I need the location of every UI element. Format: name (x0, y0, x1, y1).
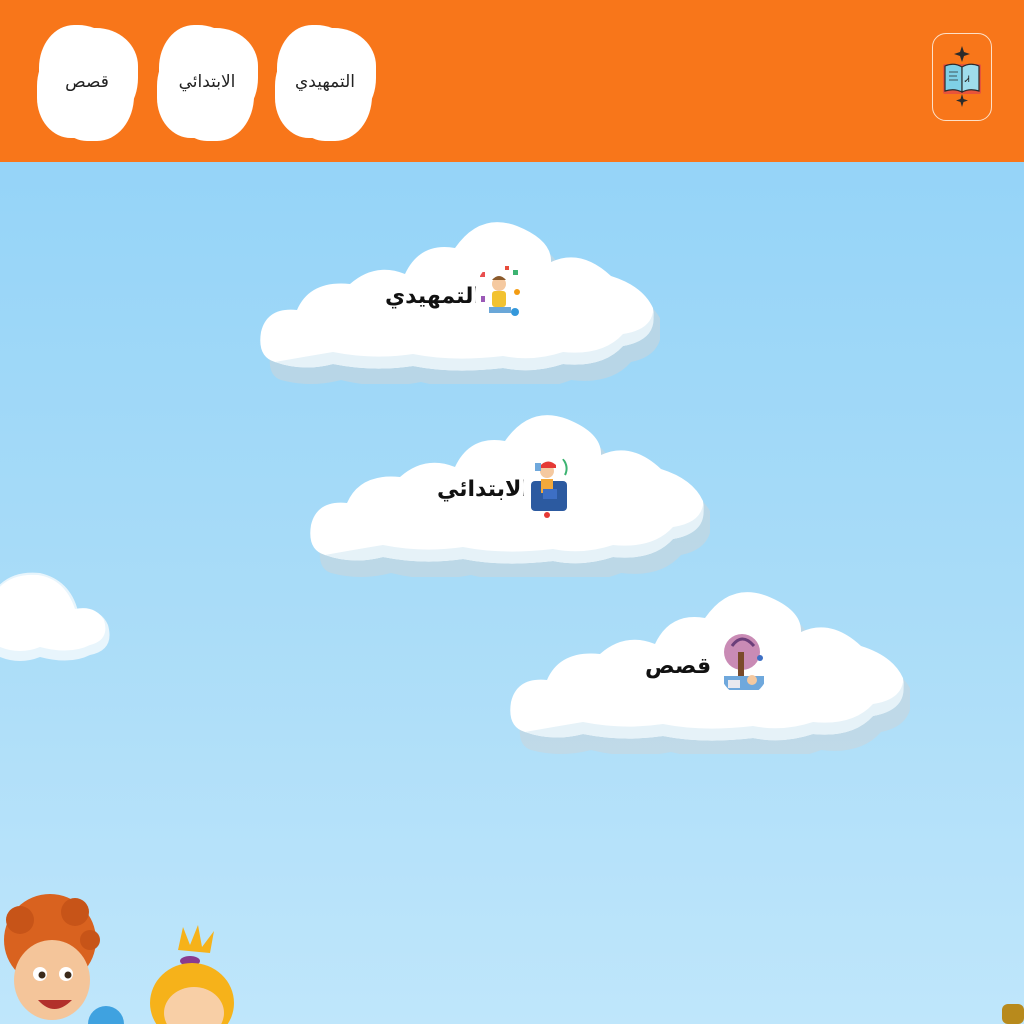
nav-preschool-button[interactable]: التمهيدي (280, 30, 370, 134)
card-preschool-label: التمهيدي (385, 284, 481, 309)
book-logo-icon: Ꮧ (943, 46, 981, 107)
nav-preschool-label: التمهيدي (294, 72, 356, 92)
header-bar: التمهيدي الابتدائي قصص Ꮧ (0, 0, 1024, 162)
child-reading-icon (523, 453, 575, 521)
nav-stories-label: قصص (65, 72, 109, 92)
girl-character-illustration (150, 925, 234, 1024)
nav-stories-button[interactable]: قصص (42, 30, 132, 134)
corner-decoration (1002, 1004, 1024, 1024)
card-stories-thumb (718, 628, 770, 696)
nav-primary-label: الابتدائي (178, 72, 236, 92)
nav-primary-button[interactable]: الابتدائي (162, 30, 252, 134)
card-stories[interactable]: قصص (505, 582, 910, 754)
background-cloud (0, 572, 110, 661)
svg-text:Ꮧ: Ꮧ (964, 75, 970, 85)
app-logo[interactable]: Ꮧ (932, 33, 992, 121)
card-stories-label: قصص (645, 654, 712, 679)
card-primary-thumb (523, 453, 575, 521)
card-primary-label: الابتدائي (437, 477, 529, 502)
card-preschool[interactable]: التمهيدي (255, 212, 660, 384)
storybook-icon (718, 628, 770, 696)
child-studying-icon (475, 262, 527, 330)
card-preschool-thumb (475, 262, 527, 330)
card-primary[interactable]: الابتدائي (305, 405, 710, 577)
boy-character-illustration (4, 894, 124, 1024)
